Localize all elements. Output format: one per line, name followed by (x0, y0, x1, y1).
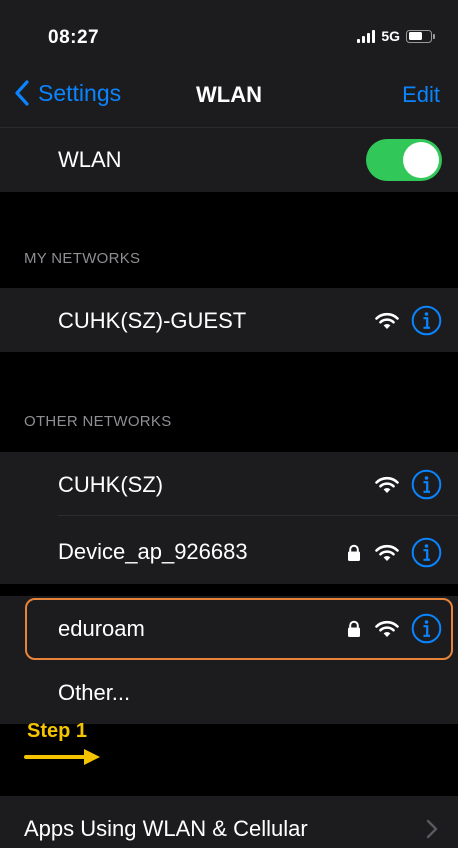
status-time: 08:27 (48, 27, 100, 48)
info-icon[interactable] (411, 613, 442, 644)
arrow-right-icon (24, 749, 100, 765)
wifi-icon (375, 476, 399, 493)
wlan-toggle-row: WLAN (0, 128, 458, 192)
edit-button[interactable]: Edit (402, 82, 440, 108)
wlan-toggle-label: WLAN (58, 147, 122, 172)
network-name: Device_ap_926683 (58, 539, 248, 564)
network-type: 5G (381, 28, 400, 44)
battery-icon (406, 29, 435, 43)
lock-icon (348, 620, 360, 637)
apps-using-wlan-row[interactable]: Apps Using WLAN & Cellular (0, 796, 458, 848)
cellular-signal-icon (357, 29, 376, 43)
navigation-bar: Settings WLAN Edit (0, 62, 458, 128)
status-bar: 08:27 5G (0, 0, 458, 62)
wifi-icon (375, 620, 399, 637)
wifi-icon (375, 312, 399, 329)
network-name: CUHK(SZ)-GUEST (58, 308, 247, 333)
info-icon[interactable] (411, 305, 442, 336)
network-name: eduroam (58, 616, 145, 641)
page-title: WLAN (196, 82, 262, 107)
network-row-device-ap[interactable]: Device_ap_926683 (0, 516, 458, 584)
status-indicators: 5G (357, 28, 435, 44)
apps-using-wlan-label: Apps Using WLAN & Cellular (24, 816, 308, 841)
wifi-icon (375, 544, 399, 561)
network-row-cuhksz[interactable]: CUHK(SZ) (0, 452, 458, 516)
network-row-other[interactable]: Other... (0, 660, 458, 724)
lock-icon (348, 544, 360, 561)
chevron-right-icon (426, 819, 438, 839)
other-networks-header: OTHER NETWORKS (24, 413, 172, 430)
info-icon[interactable] (411, 537, 442, 568)
my-networks-header: MY NETWORKS (24, 250, 141, 267)
wlan-toggle-switch[interactable] (366, 139, 442, 181)
step-label: Step 1 (27, 720, 88, 742)
network-name: CUHK(SZ) (58, 472, 164, 497)
toggle-knob (403, 142, 439, 178)
network-row-eduroam[interactable]: eduroam (0, 596, 458, 660)
info-icon[interactable] (411, 469, 442, 500)
network-name: Other... (58, 680, 131, 705)
network-row-cuhksz-guest[interactable]: CUHK(SZ)-GUEST (0, 288, 458, 352)
